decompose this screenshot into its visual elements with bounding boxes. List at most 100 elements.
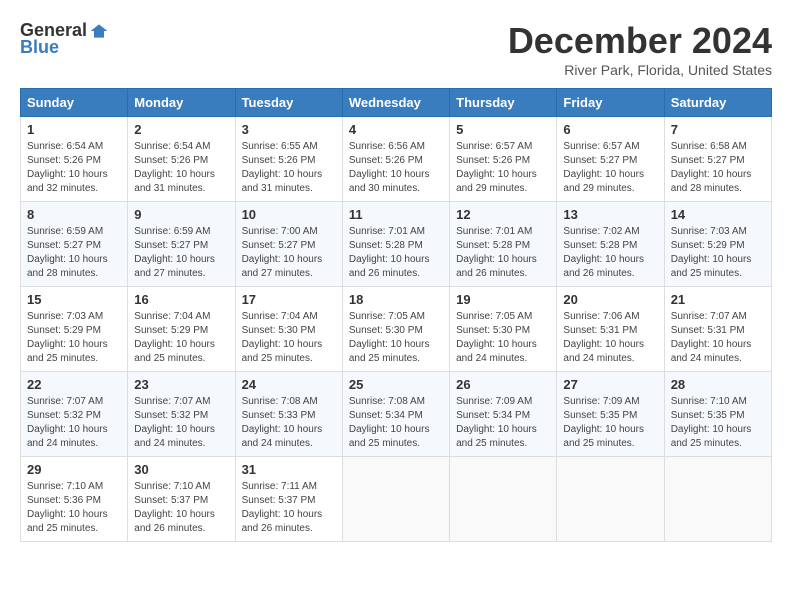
calendar-cell: 5 Sunrise: 6:57 AM Sunset: 5:26 PM Dayli… — [450, 117, 557, 202]
calendar-cell: 1 Sunrise: 6:54 AM Sunset: 5:26 PM Dayli… — [21, 117, 128, 202]
calendar-cell — [342, 457, 449, 542]
day-info: Sunrise: 7:06 AM Sunset: 5:31 PM Dayligh… — [563, 310, 657, 366]
day-number: 25 — [349, 377, 443, 392]
day-info: Sunrise: 7:08 AM Sunset: 5:33 PM Dayligh… — [242, 395, 336, 451]
calendar-cell: 25 Sunrise: 7:08 AM Sunset: 5:34 PM Dayl… — [342, 372, 449, 457]
calendar-cell: 17 Sunrise: 7:04 AM Sunset: 5:30 PM Dayl… — [235, 287, 342, 372]
calendar-week-row: 22 Sunrise: 7:07 AM Sunset: 5:32 PM Dayl… — [21, 372, 772, 457]
day-info: Sunrise: 7:10 AM Sunset: 5:37 PM Dayligh… — [134, 480, 228, 536]
calendar-cell: 29 Sunrise: 7:10 AM Sunset: 5:36 PM Dayl… — [21, 457, 128, 542]
day-info: Sunrise: 7:04 AM Sunset: 5:30 PM Dayligh… — [242, 310, 336, 366]
day-info: Sunrise: 7:07 AM Sunset: 5:32 PM Dayligh… — [134, 395, 228, 451]
calendar-cell: 12 Sunrise: 7:01 AM Sunset: 5:28 PM Dayl… — [450, 202, 557, 287]
day-number: 14 — [671, 207, 765, 222]
day-number: 12 — [456, 207, 550, 222]
calendar-cell: 18 Sunrise: 7:05 AM Sunset: 5:30 PM Dayl… — [342, 287, 449, 372]
calendar-cell: 6 Sunrise: 6:57 AM Sunset: 5:27 PM Dayli… — [557, 117, 664, 202]
day-number: 3 — [242, 122, 336, 137]
location-text: River Park, Florida, United States — [508, 62, 772, 78]
calendar-cell: 24 Sunrise: 7:08 AM Sunset: 5:33 PM Dayl… — [235, 372, 342, 457]
day-info: Sunrise: 7:04 AM Sunset: 5:29 PM Dayligh… — [134, 310, 228, 366]
day-number: 22 — [27, 377, 121, 392]
calendar-week-row: 15 Sunrise: 7:03 AM Sunset: 5:29 PM Dayl… — [21, 287, 772, 372]
day-number: 16 — [134, 292, 228, 307]
page-header: General Blue December 2024 River Park, F… — [20, 20, 772, 78]
day-number: 1 — [27, 122, 121, 137]
day-info: Sunrise: 7:09 AM Sunset: 5:35 PM Dayligh… — [563, 395, 657, 451]
day-number: 13 — [563, 207, 657, 222]
calendar-cell: 9 Sunrise: 6:59 AM Sunset: 5:27 PM Dayli… — [128, 202, 235, 287]
day-number: 21 — [671, 292, 765, 307]
title-area: December 2024 River Park, Florida, Unite… — [508, 20, 772, 78]
day-info: Sunrise: 7:10 AM Sunset: 5:36 PM Dayligh… — [27, 480, 121, 536]
weekday-header-row: SundayMondayTuesdayWednesdayThursdayFrid… — [21, 89, 772, 117]
day-info: Sunrise: 7:02 AM Sunset: 5:28 PM Dayligh… — [563, 225, 657, 281]
day-info: Sunrise: 7:11 AM Sunset: 5:37 PM Dayligh… — [242, 480, 336, 536]
day-number: 23 — [134, 377, 228, 392]
day-number: 24 — [242, 377, 336, 392]
calendar-week-row: 1 Sunrise: 6:54 AM Sunset: 5:26 PM Dayli… — [21, 117, 772, 202]
calendar-cell: 11 Sunrise: 7:01 AM Sunset: 5:28 PM Dayl… — [342, 202, 449, 287]
day-info: Sunrise: 7:07 AM Sunset: 5:31 PM Dayligh… — [671, 310, 765, 366]
calendar-week-row: 29 Sunrise: 7:10 AM Sunset: 5:36 PM Dayl… — [21, 457, 772, 542]
logo: General Blue — [20, 20, 109, 58]
calendar-cell — [664, 457, 771, 542]
day-info: Sunrise: 7:01 AM Sunset: 5:28 PM Dayligh… — [456, 225, 550, 281]
calendar-cell: 15 Sunrise: 7:03 AM Sunset: 5:29 PM Dayl… — [21, 287, 128, 372]
day-number: 9 — [134, 207, 228, 222]
logo-icon — [89, 21, 109, 41]
day-number: 28 — [671, 377, 765, 392]
day-info: Sunrise: 6:54 AM Sunset: 5:26 PM Dayligh… — [134, 140, 228, 196]
day-info: Sunrise: 7:08 AM Sunset: 5:34 PM Dayligh… — [349, 395, 443, 451]
day-info: Sunrise: 7:00 AM Sunset: 5:27 PM Dayligh… — [242, 225, 336, 281]
day-info: Sunrise: 7:01 AM Sunset: 5:28 PM Dayligh… — [349, 225, 443, 281]
weekday-header-tuesday: Tuesday — [235, 89, 342, 117]
day-info: Sunrise: 6:54 AM Sunset: 5:26 PM Dayligh… — [27, 140, 121, 196]
day-number: 27 — [563, 377, 657, 392]
calendar-cell: 10 Sunrise: 7:00 AM Sunset: 5:27 PM Dayl… — [235, 202, 342, 287]
calendar-cell: 28 Sunrise: 7:10 AM Sunset: 5:35 PM Dayl… — [664, 372, 771, 457]
day-info: Sunrise: 7:05 AM Sunset: 5:30 PM Dayligh… — [456, 310, 550, 366]
calendar-cell: 7 Sunrise: 6:58 AM Sunset: 5:27 PM Dayli… — [664, 117, 771, 202]
day-info: Sunrise: 6:59 AM Sunset: 5:27 PM Dayligh… — [27, 225, 121, 281]
calendar-cell: 23 Sunrise: 7:07 AM Sunset: 5:32 PM Dayl… — [128, 372, 235, 457]
calendar-cell: 19 Sunrise: 7:05 AM Sunset: 5:30 PM Dayl… — [450, 287, 557, 372]
day-info: Sunrise: 6:55 AM Sunset: 5:26 PM Dayligh… — [242, 140, 336, 196]
day-number: 18 — [349, 292, 443, 307]
day-number: 8 — [27, 207, 121, 222]
day-number: 7 — [671, 122, 765, 137]
day-number: 26 — [456, 377, 550, 392]
day-number: 17 — [242, 292, 336, 307]
day-info: Sunrise: 7:09 AM Sunset: 5:34 PM Dayligh… — [456, 395, 550, 451]
day-number: 30 — [134, 462, 228, 477]
day-info: Sunrise: 6:56 AM Sunset: 5:26 PM Dayligh… — [349, 140, 443, 196]
calendar-cell: 13 Sunrise: 7:02 AM Sunset: 5:28 PM Dayl… — [557, 202, 664, 287]
calendar-week-row: 8 Sunrise: 6:59 AM Sunset: 5:27 PM Dayli… — [21, 202, 772, 287]
weekday-header-wednesday: Wednesday — [342, 89, 449, 117]
weekday-header-sunday: Sunday — [21, 89, 128, 117]
calendar-cell: 27 Sunrise: 7:09 AM Sunset: 5:35 PM Dayl… — [557, 372, 664, 457]
day-number: 31 — [242, 462, 336, 477]
calendar-cell: 8 Sunrise: 6:59 AM Sunset: 5:27 PM Dayli… — [21, 202, 128, 287]
calendar-table: SundayMondayTuesdayWednesdayThursdayFrid… — [20, 88, 772, 542]
day-info: Sunrise: 7:10 AM Sunset: 5:35 PM Dayligh… — [671, 395, 765, 451]
month-title: December 2024 — [508, 20, 772, 62]
calendar-cell: 26 Sunrise: 7:09 AM Sunset: 5:34 PM Dayl… — [450, 372, 557, 457]
day-info: Sunrise: 7:07 AM Sunset: 5:32 PM Dayligh… — [27, 395, 121, 451]
day-number: 20 — [563, 292, 657, 307]
calendar-cell — [450, 457, 557, 542]
day-info: Sunrise: 7:03 AM Sunset: 5:29 PM Dayligh… — [27, 310, 121, 366]
calendar-cell: 2 Sunrise: 6:54 AM Sunset: 5:26 PM Dayli… — [128, 117, 235, 202]
calendar-cell — [557, 457, 664, 542]
weekday-header-monday: Monday — [128, 89, 235, 117]
day-number: 4 — [349, 122, 443, 137]
day-number: 19 — [456, 292, 550, 307]
weekday-header-friday: Friday — [557, 89, 664, 117]
day-number: 15 — [27, 292, 121, 307]
day-number: 29 — [27, 462, 121, 477]
day-info: Sunrise: 6:59 AM Sunset: 5:27 PM Dayligh… — [134, 225, 228, 281]
day-number: 2 — [134, 122, 228, 137]
day-number: 6 — [563, 122, 657, 137]
day-info: Sunrise: 7:03 AM Sunset: 5:29 PM Dayligh… — [671, 225, 765, 281]
calendar-cell: 3 Sunrise: 6:55 AM Sunset: 5:26 PM Dayli… — [235, 117, 342, 202]
